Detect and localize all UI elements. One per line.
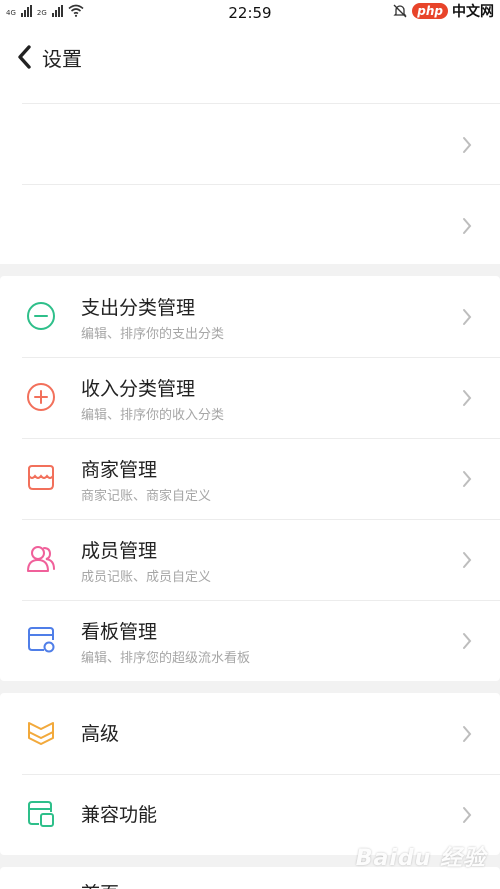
chevron-right-icon: [463, 807, 472, 823]
chevron-right-icon: [463, 471, 472, 487]
row-subtitle: 成员记账、成员自定义: [81, 570, 212, 585]
row-home-partial[interactable]: 首页: [81, 879, 119, 889]
row-title: 兼容功能: [81, 804, 158, 826]
row-subtitle: 编辑、排序你的收入分类: [81, 408, 225, 423]
shop-icon: [28, 465, 54, 490]
crown-icon: [28, 722, 54, 745]
page-title: 设置: [42, 47, 82, 71]
plus-circle-icon: [27, 383, 55, 411]
row-title: 看板管理: [81, 621, 158, 643]
row-title: 高级: [81, 723, 120, 745]
chevron-right-icon: [463, 390, 472, 406]
row-title: 成员管理: [81, 540, 158, 562]
row-income-category[interactable]: 收入分类管理 编辑、排序你的收入分类: [0, 357, 500, 438]
status-right: php 中文网: [392, 1, 494, 21]
chevron-right-icon: [463, 309, 472, 325]
chevron-right-icon: [463, 633, 472, 649]
status-bar: 4G 2G 22:59 php 中文网: [0, 0, 500, 28]
setting-row-blank-1[interactable]: [0, 104, 500, 185]
site-name: 中文网: [452, 4, 494, 20]
top-nav: 设置: [0, 28, 500, 86]
setting-row-blank-2[interactable]: [0, 185, 500, 266]
row-subtitle: 编辑、排序你的支出分类: [81, 327, 225, 342]
top-settings-card: [0, 86, 500, 264]
members-icon: [27, 546, 55, 572]
chevron-right-icon: [463, 726, 472, 742]
row-expense-category[interactable]: 支出分类管理 编辑、排序你的支出分类: [0, 276, 500, 357]
minus-circle-icon: [27, 302, 55, 330]
row-title: 收入分类管理: [81, 378, 196, 400]
php-logo: php: [412, 3, 448, 19]
advanced-card: 高级 兼容功能: [0, 693, 500, 855]
row-advanced[interactable]: 高级: [0, 693, 500, 774]
row-subtitle: 编辑、排序您的超级流水看板: [81, 651, 251, 666]
back-arrow-icon[interactable]: [14, 44, 36, 70]
chevron-right-icon: [463, 137, 472, 153]
row-members[interactable]: 成员管理 成员记账、成员自定义: [0, 519, 500, 600]
chevron-right-icon: [463, 552, 472, 568]
baidu-watermark: Baidu 经验: [355, 846, 486, 871]
compat-icon: [28, 801, 54, 827]
row-title: 支出分类管理: [81, 297, 196, 319]
bell-muted-icon: [393, 4, 407, 18]
row-subtitle: 商家记账、商家自定义: [81, 489, 212, 504]
row-title: 商家管理: [81, 459, 158, 481]
chevron-right-icon: [463, 218, 472, 234]
board-icon: [28, 627, 55, 653]
row-merchant[interactable]: 商家管理 商家记账、商家自定义: [0, 438, 500, 519]
row-board[interactable]: 看板管理 编辑、排序您的超级流水看板: [0, 600, 500, 681]
management-card: 支出分类管理 编辑、排序你的支出分类 收入分类管理 编辑、排序你的收入分类 商家…: [0, 276, 500, 681]
